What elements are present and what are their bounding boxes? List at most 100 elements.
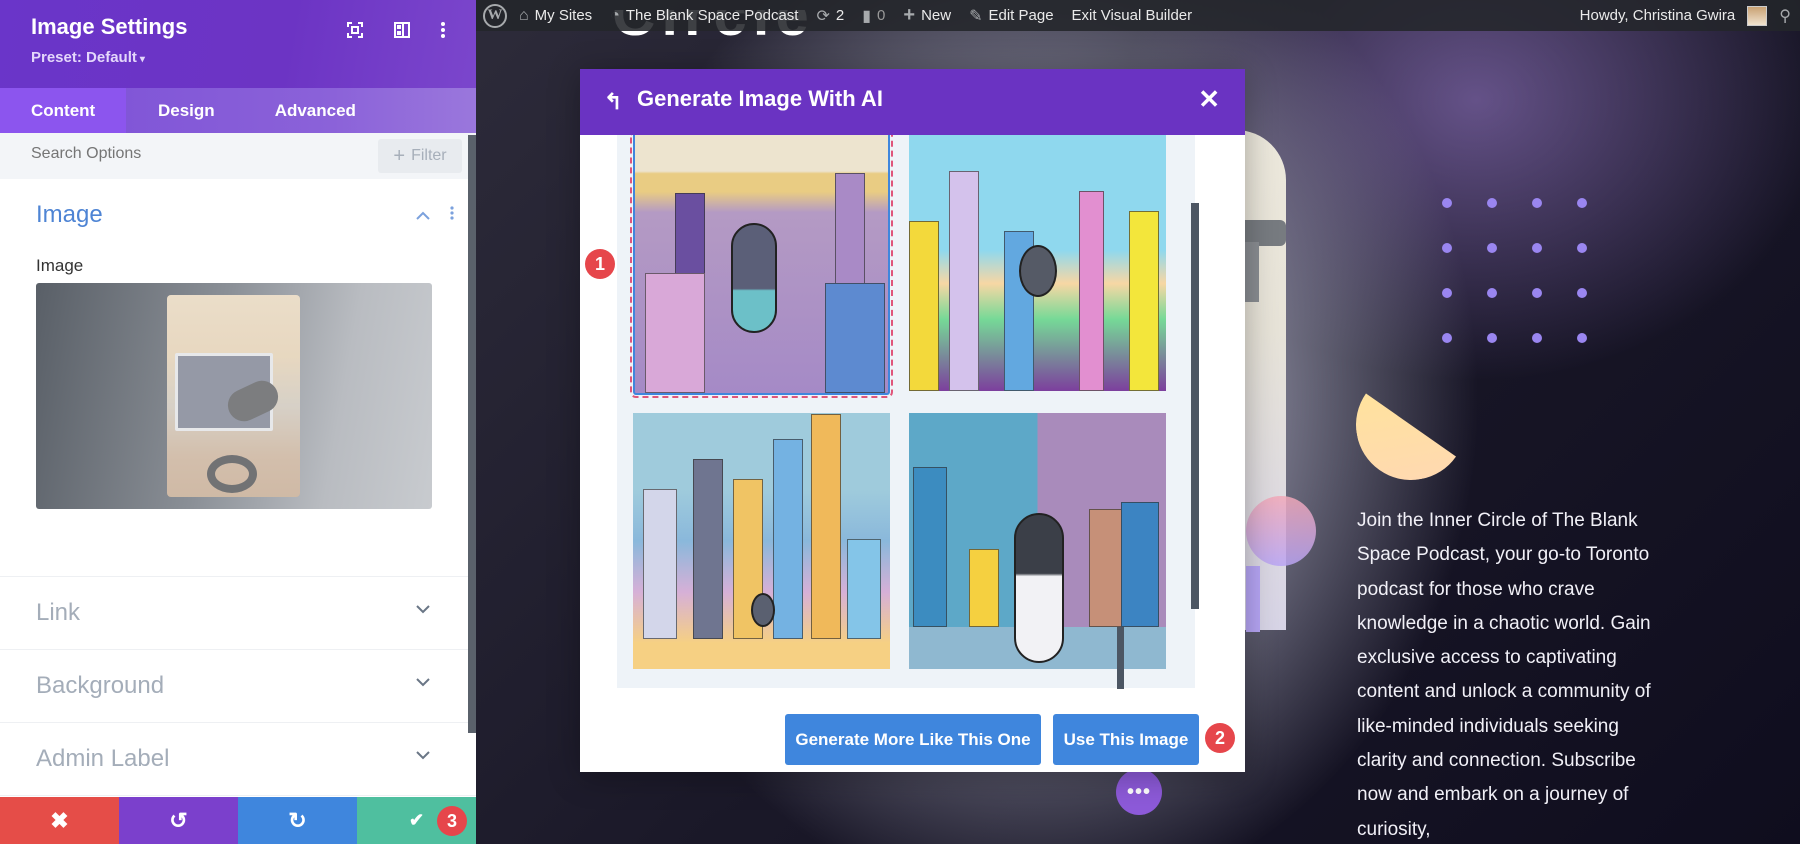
dot [1487, 333, 1497, 343]
dot [1442, 198, 1452, 208]
dot [1577, 198, 1587, 208]
sidebar-layout-icon[interactable] [390, 18, 414, 42]
image-upload-preview[interactable] [36, 283, 432, 509]
caret-down-icon: ▾ [139, 54, 145, 65]
pencil-icon: ✎ [969, 7, 983, 25]
building [645, 273, 705, 393]
building [847, 539, 881, 639]
more-vertical-icon[interactable] [431, 18, 455, 42]
building [909, 221, 939, 391]
dot [1442, 288, 1452, 298]
updates-link[interactable]: ⟳ 2 [807, 0, 853, 31]
search-options-input[interactable] [31, 145, 311, 163]
chevron-down-icon [416, 601, 430, 619]
page-body-text: Join the Inner Circle of The Blank Space… [1357, 510, 1651, 840]
microphone-graphic [731, 223, 777, 333]
gallery-scrollbar[interactable] [1191, 203, 1199, 609]
link-section-title: Link [36, 599, 81, 626]
chevron-down-icon [416, 747, 430, 765]
updates-count: 2 [835, 7, 845, 24]
sites-icon: ⌂ [519, 6, 529, 24]
use-this-image-button[interactable]: Use This Image [1053, 714, 1199, 765]
decorative-half-moon [1347, 361, 1474, 488]
wordpress-logo-icon[interactable]: W [483, 3, 507, 28]
filter-button[interactable]: + Filter [378, 139, 462, 173]
comments-link[interactable]: ▮ 0 [853, 0, 894, 31]
generated-image-3[interactable] [633, 413, 890, 669]
panel-header: Image Settings Preset: Default ▾ [0, 0, 476, 88]
new-content-link[interactable]: + New [894, 0, 960, 31]
my-sites-link[interactable]: ⌂ My Sites [510, 0, 601, 31]
dashboard-icon: ◔ [610, 6, 620, 24]
generate-more-button[interactable]: Generate More Like This One [785, 714, 1041, 765]
edit-page-link[interactable]: ✎ Edit Page [960, 0, 1062, 31]
panel-scrollbar[interactable] [468, 135, 476, 733]
back-arrow-icon[interactable]: ↰ [604, 89, 622, 115]
account-menu[interactable]: Howdy, Christina Gwira [1571, 0, 1768, 31]
image-section-title[interactable]: Image [36, 201, 103, 229]
panel-tabs: Content Design Advanced [0, 88, 476, 133]
check-icon: ✔ [408, 810, 425, 830]
focus-icon[interactable] [343, 18, 367, 42]
building [773, 439, 803, 639]
generated-image-1[interactable] [630, 135, 893, 398]
building [825, 283, 885, 393]
dot [1487, 288, 1497, 298]
redo-button[interactable]: ↻ [238, 797, 357, 844]
plus-icon: + [903, 4, 916, 26]
undo-button[interactable]: ↺ [119, 797, 238, 844]
greeting-label: Howdy, Christina Gwira [1579, 7, 1736, 24]
building [913, 467, 947, 627]
current-image-thumbnail [167, 295, 300, 497]
new-label: New [921, 7, 952, 24]
updates-icon: ⟳ [816, 7, 830, 25]
section-more-icon[interactable] [450, 206, 454, 225]
chevron-down-icon [416, 674, 430, 692]
thumbnail-overlay [167, 295, 300, 497]
exit-visual-builder-label: Exit Visual Builder [1071, 7, 1193, 24]
search-options-row: + Filter [0, 133, 476, 179]
close-icon: ✖ [50, 807, 69, 833]
panel-title: Image Settings [31, 14, 188, 39]
site-name-label: The Blank Space Podcast [625, 7, 799, 24]
admin-label-section[interactable]: Admin Label [0, 723, 476, 796]
microphone-graphic [1019, 245, 1057, 297]
preset-dropdown[interactable]: Preset: Default ▾ [31, 49, 145, 66]
module-more-button[interactable]: ••• [1116, 769, 1162, 815]
image-field-label: Image [36, 256, 84, 275]
link-section[interactable]: Link [0, 577, 476, 650]
tab-content[interactable]: Content [0, 88, 126, 133]
close-icon[interactable]: ✕ [1198, 84, 1220, 115]
dot [1532, 333, 1542, 343]
tab-advanced[interactable]: Advanced [244, 88, 387, 133]
step-badge-3: 3 [437, 806, 467, 836]
save-button[interactable]: ✔ 3 [357, 797, 476, 844]
background-section[interactable]: Background [0, 650, 476, 723]
filter-label: Filter [411, 147, 447, 164]
building [1129, 211, 1159, 391]
step-badge-1: 1 [585, 249, 615, 279]
decorative-circle [1246, 496, 1316, 566]
avatar [1747, 5, 1768, 26]
dot [1442, 243, 1452, 253]
chevron-up-icon[interactable] [416, 207, 430, 223]
discard-button[interactable]: ✖ [0, 797, 119, 844]
site-name-link[interactable]: ◔ The Blank Space Podcast [601, 0, 807, 31]
building [643, 489, 677, 639]
building [969, 549, 999, 627]
generated-images-grid [617, 135, 1195, 688]
dot [1442, 333, 1452, 343]
building [949, 171, 979, 391]
dot [1487, 243, 1497, 253]
step-badge-2: 2 [1205, 723, 1235, 753]
dot [1487, 198, 1497, 208]
tab-design[interactable]: Design [126, 88, 244, 133]
microphone-graphic [751, 593, 775, 627]
building [693, 459, 723, 639]
exit-visual-builder-link[interactable]: Exit Visual Builder [1063, 0, 1202, 31]
background-section-title: Background [36, 672, 165, 699]
generated-image-2[interactable] [909, 135, 1166, 391]
search-icon[interactable]: ⚲ [1779, 6, 1791, 26]
dot [1532, 288, 1542, 298]
generated-image-4[interactable] [909, 413, 1166, 669]
